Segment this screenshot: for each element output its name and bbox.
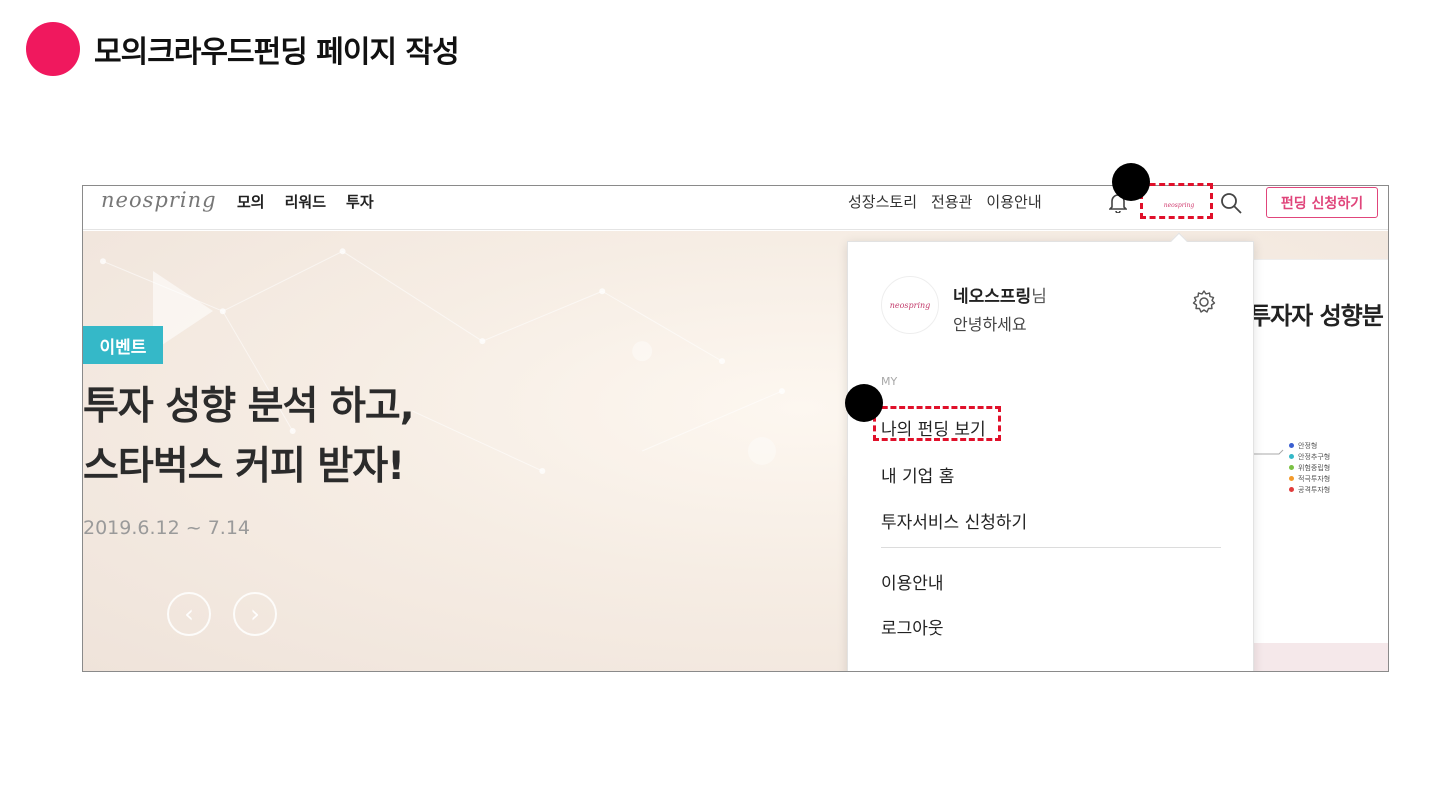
user-name-suffix: 님: [1031, 287, 1047, 307]
nav-item-invest[interactable]: 투자: [346, 191, 374, 212]
secondary-menu: 성장스토리 전용관 이용안내: [848, 191, 1042, 212]
side-banner: 투자자 성향분 안정형 안정추구형 위험중립형 적극투자형 공격투자형: [1249, 259, 1388, 643]
my-funding-highlight-box: [873, 406, 1001, 441]
event-badge: 이벤트: [83, 326, 163, 364]
apply-funding-button[interactable]: 펀딩 신청하기: [1266, 187, 1378, 218]
avatar: neospring: [881, 276, 939, 334]
legend-dot: [1289, 487, 1294, 492]
nav-item-guide[interactable]: 이용안내: [986, 191, 1041, 212]
annotation-marker-my-funding: [845, 384, 883, 422]
nav-item-reward[interactable]: 리워드: [285, 191, 326, 212]
annotation-marker-profile: [1112, 163, 1150, 201]
menu-item-guide[interactable]: 이용안내: [881, 569, 944, 594]
menu-item-logout[interactable]: 로그아웃: [881, 614, 944, 639]
user-dropdown-menu: neospring 네오스프링님 안녕하세요 MY 나의 펀딩 보기 내 기업 …: [847, 232, 1254, 671]
menu-item-apply-investment-service[interactable]: 투자서비스 신청하기: [881, 508, 1027, 533]
legend-label: 안정추구형: [1298, 452, 1331, 461]
legend-label: 안정형: [1298, 441, 1318, 450]
site-logo[interactable]: neospring: [101, 188, 217, 212]
legend-dot: [1289, 454, 1294, 459]
event-date: 2019.6.12 ~ 7.14: [83, 517, 251, 539]
hero-headline: 투자 성향 분석 하고, 스타벅스 커피 받자!: [83, 377, 415, 498]
legend-dot: [1289, 465, 1294, 470]
legend-item: 공격투자형: [1289, 484, 1330, 495]
search-icon[interactable]: [1219, 191, 1243, 215]
my-section-label: MY: [881, 375, 898, 388]
legend-dot: [1289, 443, 1294, 448]
nav-item-exclusive-hall[interactable]: 전용관: [931, 191, 972, 212]
side-banner-title: 투자자 성향분: [1249, 302, 1384, 330]
menu-item-company-home[interactable]: 내 기업 홈: [881, 462, 954, 487]
headline-line-2: 스타벅스 커피 받자!: [83, 444, 405, 490]
side-banner-footer: [1249, 643, 1388, 671]
menu-divider: [881, 547, 1221, 548]
legend-label: 공격투자형: [1298, 485, 1331, 494]
profile-highlight-box: [1140, 183, 1213, 219]
gear-icon[interactable]: [1191, 289, 1217, 315]
prev-slide-button[interactable]: ‹: [167, 592, 211, 636]
user-name: 네오스프링님: [953, 282, 1047, 307]
legend-label: 위험중립형: [1298, 463, 1331, 472]
slide-heading: 모의크라우드펀딩 페이지 작성: [26, 22, 460, 76]
heading-bullet-dot: [26, 22, 80, 76]
next-slide-button[interactable]: ›: [233, 592, 277, 636]
legend-item: 적극투자형: [1289, 473, 1330, 484]
nav-item-growth-story[interactable]: 성장스토리: [848, 191, 917, 212]
headline-line-1: 투자 성향 분석 하고,: [83, 384, 415, 429]
legend-item: 안정형: [1289, 440, 1330, 451]
legend-item: 안정추구형: [1289, 451, 1330, 462]
legend-label: 적극투자형: [1298, 474, 1331, 483]
website-screenshot: 이벤트 투자 성향 분석 하고, 스타벅스 커피 받자! 2019.6.12 ~…: [82, 185, 1389, 672]
investor-type-legend: 안정형 안정추구형 위험중립형 적극투자형 공격투자형: [1289, 440, 1330, 495]
slide-title: 모의크라우드펀딩 페이지 작성: [94, 35, 460, 70]
legend-item: 위험중립형: [1289, 462, 1330, 473]
legend-arrow-icon: [1249, 449, 1284, 455]
avatar-logo: neospring: [889, 300, 931, 310]
main-menu: 모의 리워드 투자: [237, 191, 374, 212]
legend-dot: [1289, 476, 1294, 481]
nav-item-mock[interactable]: 모의: [237, 191, 265, 212]
greeting-text: 안녕하세요: [953, 315, 1027, 334]
user-name-text: 네오스프링: [953, 287, 1032, 307]
